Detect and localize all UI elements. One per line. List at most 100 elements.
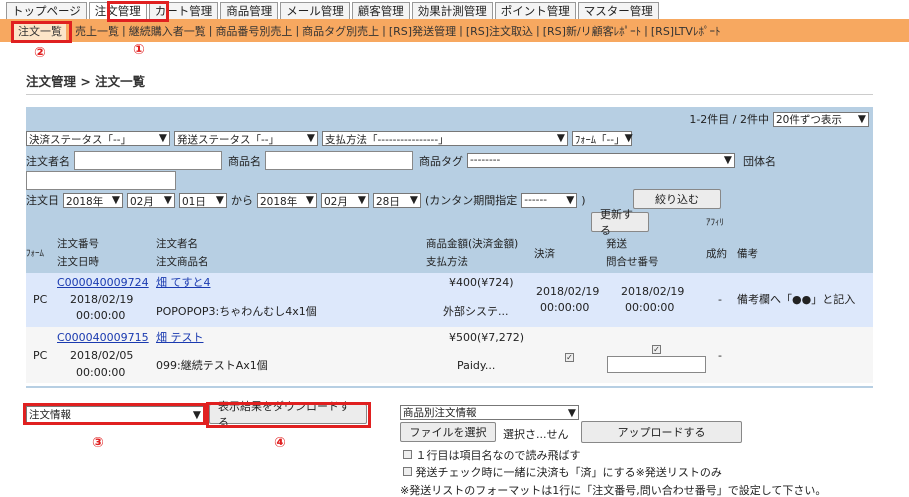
- tab-mail-management[interactable]: メール管理: [280, 2, 350, 19]
- tab-order-management[interactable]: 注文管理: [88, 2, 147, 19]
- upload-type-select[interactable]: 商品別注文情報 ▼: [400, 405, 579, 420]
- row-form: PC: [33, 349, 48, 362]
- result-count-text: 1-2件目 / 2件中: [689, 113, 769, 126]
- orderer-label: 注文者名: [26, 154, 70, 168]
- file-select-button[interactable]: ファイルを選択: [400, 422, 496, 442]
- header-orderer: 注文者名: [156, 238, 198, 250]
- checkbox-icon[interactable]: [403, 467, 412, 476]
- ship-checkbox[interactable]: ✓: [652, 341, 661, 356]
- group-label: 団体名: [743, 154, 776, 168]
- header-order-no: 注文番号: [57, 238, 99, 250]
- tab-effect-measurement[interactable]: 効果計測管理: [411, 2, 493, 19]
- pay-method: 外部システ...: [443, 305, 509, 318]
- per-page-select[interactable]: 20件ずつ表示 ▼: [773, 111, 869, 127]
- order-number-link[interactable]: C000040009724: [57, 275, 149, 290]
- header-method: 支払方法: [426, 256, 468, 268]
- tab-customer-management[interactable]: 顧客管理: [351, 2, 410, 19]
- subnav-rs-shipping[interactable]: [RS]発送管理: [386, 23, 459, 39]
- annotation-number-4: ④: [274, 435, 286, 451]
- pay-method-select[interactable]: 支払方法「----------------」 ▼: [322, 131, 568, 146]
- chevron-down-icon: ▼: [306, 132, 315, 144]
- table-row: PC C000040009724 2018/02/19 00:00:00 畑 て…: [26, 273, 873, 327]
- download-button[interactable]: 表示結果をダウンロードする: [209, 400, 367, 429]
- order-date: 2018/02/05: [70, 349, 134, 362]
- orderer-link[interactable]: 畑 テスト: [156, 330, 204, 345]
- chevron-down-icon: ▼: [566, 193, 575, 206]
- filter-row-1: 決済ステータス「--」 ▼ 発送ステータス「--」 ▼ 支払方法「---------…: [26, 131, 633, 146]
- subnav-continuous-buyers[interactable]: 継続購入者一覧: [126, 23, 209, 39]
- memo-text: 備考欄へ「●●」と記入: [737, 293, 856, 306]
- header-settle: 決済: [534, 248, 555, 260]
- product-name: POPOPOP3:ちゃわんむし4x1個: [156, 305, 317, 318]
- skip-header-option[interactable]: １行目は項目名なので読み飛ばす: [403, 447, 581, 463]
- tag-select[interactable]: -------- ▼: [467, 153, 735, 168]
- header-success: 成約: [706, 248, 727, 260]
- order-time: 00:00:00: [76, 366, 126, 379]
- table-bottom-border: [26, 386, 873, 388]
- to-year-select[interactable]: 2018年 ▼: [257, 192, 317, 208]
- header-form: ﾌｫｰﾑ: [26, 249, 45, 259]
- inquiry-number-input[interactable]: [607, 356, 706, 373]
- table-row: PC C000040009715 2018/02/05 00:00:00 畑 テ…: [26, 327, 873, 383]
- orderer-link[interactable]: 畑 てすと4: [156, 275, 211, 290]
- success-value: -: [718, 293, 722, 306]
- product-label: 商品名: [228, 154, 261, 168]
- product-name: 099:継続テストAx1個: [156, 359, 268, 372]
- chevron-down-icon: ▼: [305, 193, 314, 206]
- chevron-down-icon: ▼: [409, 193, 418, 206]
- ship-status-select[interactable]: 発送ステータス「--」 ▼: [174, 131, 318, 146]
- pay-method: Paidy...: [457, 359, 496, 372]
- subnav-sales-by-tag[interactable]: 商品タグ別売上: [299, 23, 382, 39]
- from-day-select[interactable]: 01日 ▼: [179, 192, 227, 208]
- amount: ¥400(¥724): [449, 276, 514, 289]
- annotation-number-1: ①: [133, 42, 145, 58]
- subnav-rs-order-import[interactable]: [RS]注文取込: [463, 23, 536, 39]
- tab-point-management[interactable]: ポイント管理: [494, 2, 576, 19]
- settle-with-ship-option[interactable]: 発送チェック時に一緒に決済も「済」にする※発送リストのみ: [403, 464, 722, 480]
- chevron-down-icon: ▼: [215, 193, 224, 206]
- checkbox-icon[interactable]: [403, 450, 412, 459]
- settle-date: 2018/02/19: [536, 285, 600, 298]
- group-input[interactable]: [26, 171, 176, 190]
- affiliate-header: ｱﾌｨﾘ: [706, 218, 725, 228]
- header-amount: 商品金額(決済金額): [426, 238, 519, 250]
- easy-period-select[interactable]: ------ ▼: [521, 192, 578, 208]
- update-button[interactable]: 更新する: [591, 208, 649, 237]
- amount: ¥500(¥7,272): [449, 331, 525, 344]
- subnav-sales-by-product[interactable]: 商品番号別売上: [212, 23, 295, 39]
- orderer-input[interactable]: [74, 151, 222, 170]
- order-date: 2018/02/19: [70, 293, 134, 306]
- subnav-order-list[interactable]: 注文一覧: [14, 20, 66, 41]
- tab-product-management[interactable]: 商品管理: [220, 2, 279, 19]
- annotation-number-3: ③: [92, 435, 104, 451]
- tab-top-page[interactable]: トップページ: [6, 2, 87, 19]
- subnav-rs-ltv-report[interactable]: [RS]LTVﾚﾎﾟｰﾄ: [648, 23, 724, 39]
- tab-cart-management[interactable]: カート管理: [148, 2, 219, 19]
- to-month-select[interactable]: 02月 ▼: [321, 192, 369, 208]
- form-select[interactable]: ﾌｫｰﾑ「--」 ▼: [572, 131, 633, 146]
- tab-master-management[interactable]: マスター管理: [577, 2, 659, 19]
- date-row: 注文日 2018年 ▼ 02月 ▼ 01日 ▼ から 2018年 ▼ 02月 ▼ 28日 ▼…: [26, 192, 586, 208]
- header-memo: 備考: [737, 248, 758, 260]
- top-tabs: トップページ 注文管理 カート管理 商品管理 メール管理 顧客管理 効果計測管理…: [6, 2, 659, 19]
- subnav-rs-new-repeat-report[interactable]: [RS]新/リ顧客ﾚﾎﾟｰﾄ: [540, 23, 644, 39]
- subnav-sales-list[interactable]: 売上一覧: [72, 23, 122, 39]
- settle-checkbox[interactable]: ✓: [565, 349, 574, 364]
- payment-status-select[interactable]: 決済ステータス「--」 ▼: [26, 131, 170, 146]
- date-label: 注文日: [26, 194, 59, 207]
- header-ship: 発送: [606, 238, 627, 250]
- product-input[interactable]: [265, 151, 413, 170]
- ship-time: 00:00:00: [625, 301, 675, 314]
- chevron-down-icon: ▼: [158, 132, 167, 144]
- chevron-down-icon: ▼: [556, 132, 565, 144]
- chevron-down-icon: ▼: [192, 408, 201, 421]
- filter-button[interactable]: 絞り込む: [633, 189, 721, 209]
- order-number-link[interactable]: C000040009715: [57, 330, 149, 345]
- download-type-select[interactable]: 注文情報 ▼: [26, 406, 204, 423]
- chevron-down-icon: ▼: [624, 132, 633, 144]
- upload-button[interactable]: アップロードする: [581, 421, 742, 443]
- file-status: 選択さ...せん: [503, 428, 569, 441]
- from-month-select[interactable]: 02月 ▼: [127, 192, 175, 208]
- from-year-select[interactable]: 2018年 ▼: [63, 192, 123, 208]
- to-day-select[interactable]: 28日 ▼: [373, 192, 421, 208]
